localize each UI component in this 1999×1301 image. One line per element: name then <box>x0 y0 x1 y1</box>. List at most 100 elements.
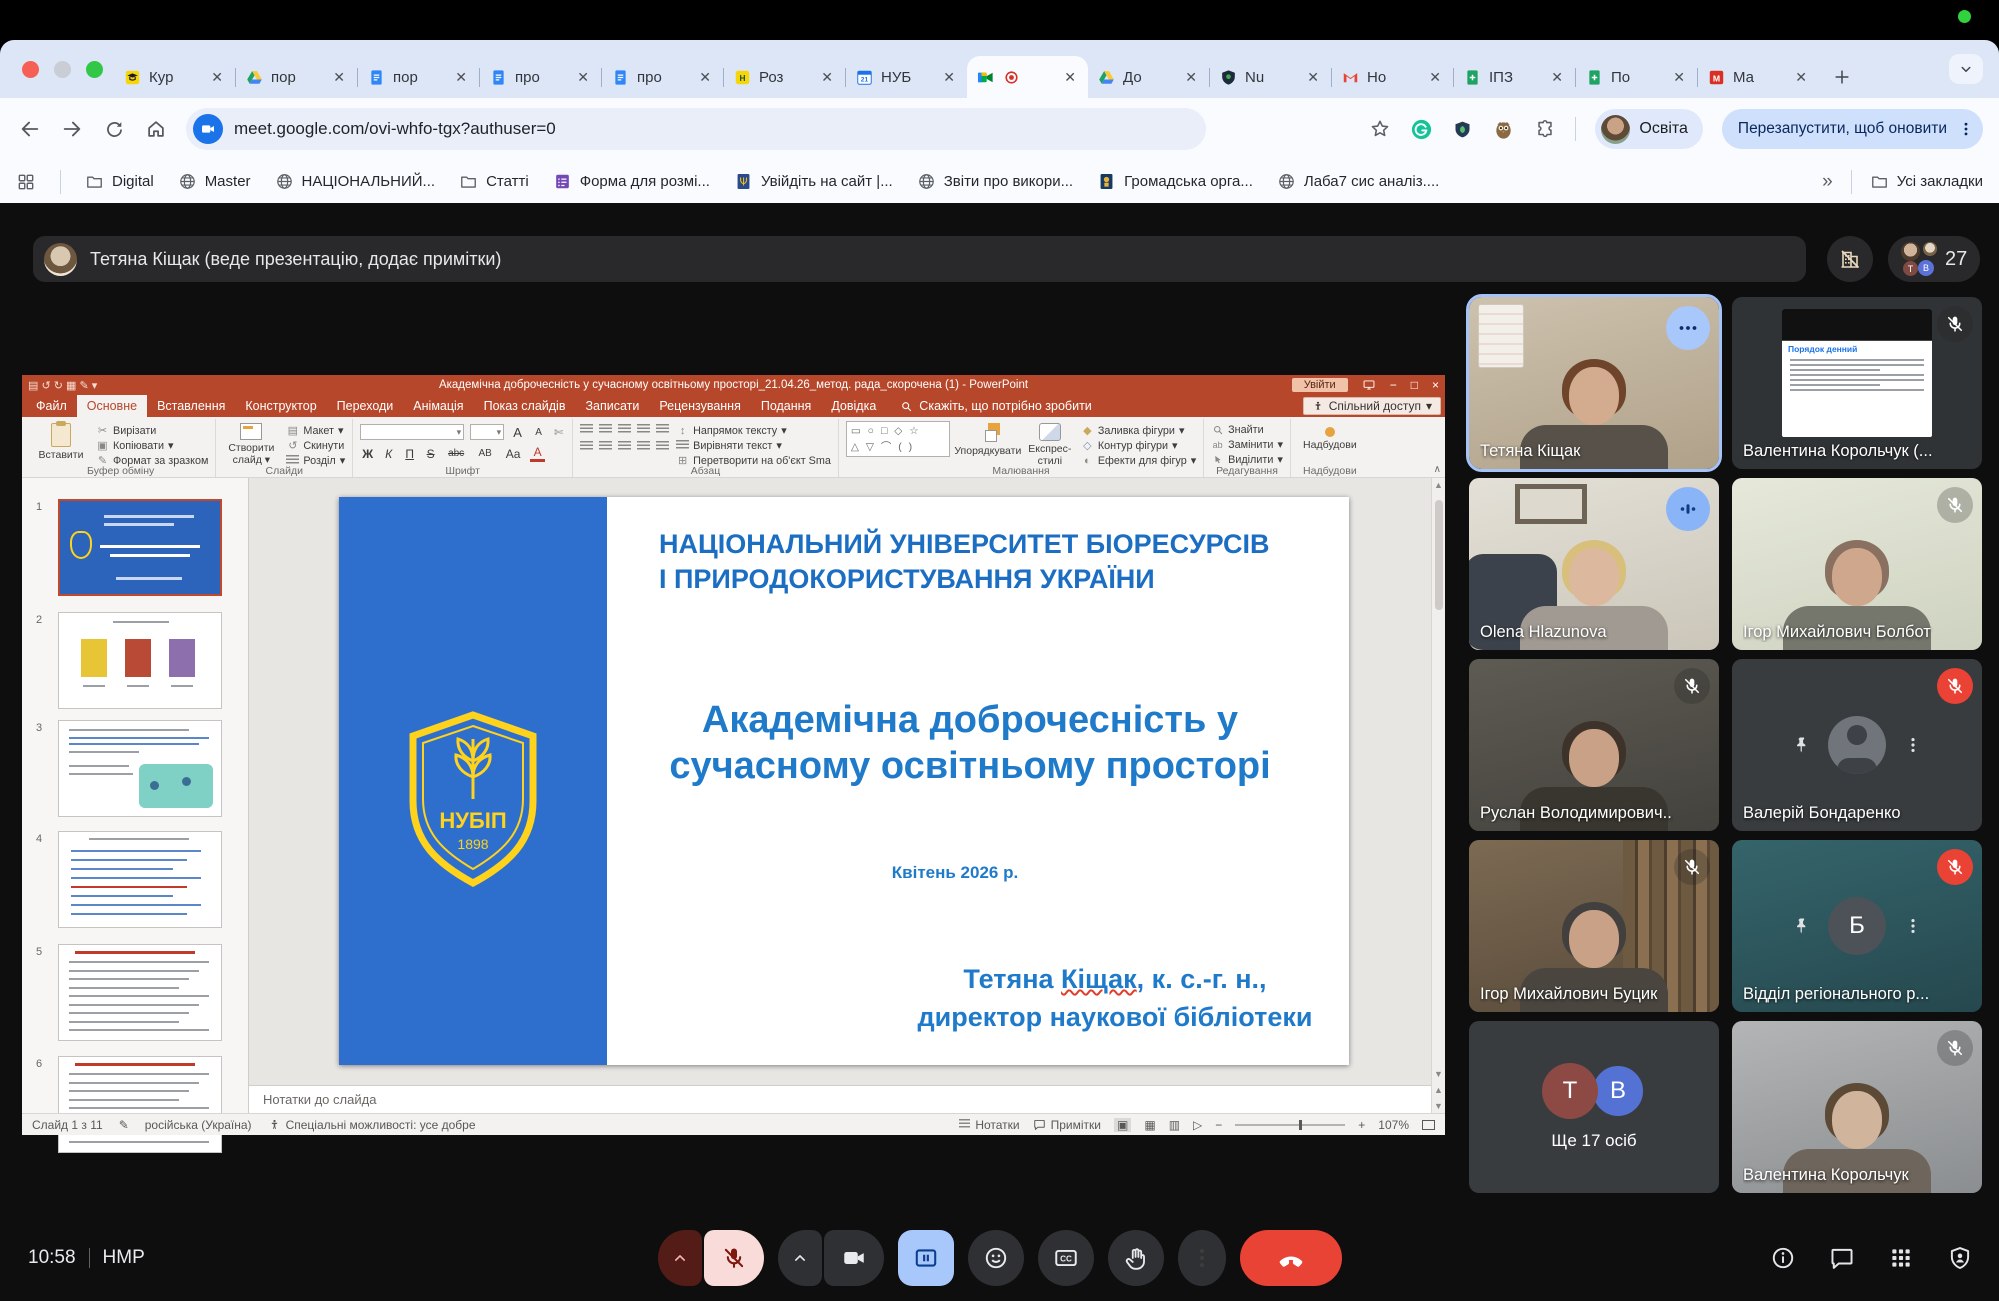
copy-button[interactable]: ▣Копіювати ▾ <box>96 439 208 452</box>
apps-grid-icon[interactable] <box>16 172 36 192</box>
bookmark-item[interactable]: Digital <box>85 172 154 191</box>
bookmark-item[interactable]: Форма для розмі... <box>553 172 710 191</box>
ppt-menu-tab[interactable]: Вставлення <box>147 395 235 417</box>
participant-tile[interactable]: Валерій Бондаренко <box>1732 659 1982 831</box>
end-call-button[interactable] <box>1240 1230 1342 1286</box>
bookmark-item[interactable]: Master <box>178 172 251 191</box>
slide-thumbnail[interactable] <box>58 1056 222 1153</box>
address-bar[interactable]: meet.google.com/ovi-whfo-tgx?authuser=0 <box>186 108 1206 150</box>
bookmark-item[interactable]: ΨУвійдіть на сайт |... <box>734 172 893 191</box>
close-window-button[interactable] <box>22 61 39 78</box>
relaunch-to-update-button[interactable]: Перезапустити, щоб оновити <box>1722 109 1983 149</box>
tab-close-icon[interactable]: ✕ <box>1792 68 1810 87</box>
apps-grid-button[interactable] <box>1888 1245 1914 1271</box>
new-tab-button[interactable] <box>1825 60 1859 94</box>
change-case-button[interactable]: Aa <box>502 447 524 461</box>
font-color-button[interactable]: A <box>530 445 545 462</box>
ppt-menu-tab[interactable]: Подання <box>751 395 821 417</box>
browser-menu-icon[interactable] <box>1957 120 1975 138</box>
ppt-menu-tab[interactable]: Записати <box>575 395 649 417</box>
ppt-close-button[interactable]: × <box>1432 378 1439 392</box>
ppt-minimize-button[interactable]: − <box>1390 378 1397 392</box>
ppt-menu-tab[interactable]: Переходи <box>327 395 404 417</box>
fit-slide-button[interactable] <box>1422 1120 1435 1130</box>
forward-button[interactable] <box>52 109 92 149</box>
ppt-signin-button[interactable]: Увійти <box>1292 378 1348 392</box>
participant-count-button[interactable]: ТВ 27 <box>1888 236 1980 282</box>
ppt-display-settings-icon[interactable] <box>1362 378 1376 392</box>
tab-close-icon[interactable]: ✕ <box>696 68 714 87</box>
reading-view-button[interactable]: ▥ <box>1169 1118 1180 1132</box>
ppt-menu-tab[interactable]: Анімація <box>403 395 473 417</box>
align-text-button[interactable]: Вирівняти текст ▾ <box>676 439 831 452</box>
url-text[interactable]: meet.google.com/ovi-whfo-tgx?authuser=0 <box>234 119 556 139</box>
collapse-ribbon-button[interactable]: ∧ <box>1434 464 1441 475</box>
participant-tile[interactable]: Тетяна Кіщак <box>1469 297 1719 469</box>
home-button[interactable] <box>136 109 176 149</box>
zoom-out-button[interactable]: − <box>1215 1118 1222 1132</box>
notes-toggle[interactable]: Нотатки <box>959 1118 1019 1132</box>
tab-close-icon[interactable]: ✕ <box>940 68 958 87</box>
browser-tab[interactable]: MМа✕ <box>1698 56 1819 98</box>
replace-button[interactable]: abЗамінити ▾ <box>1211 438 1283 451</box>
shape-fill-button[interactable]: ◆Заливка фігури ▾ <box>1081 424 1196 437</box>
bookmark-item[interactable]: НАЦІОНАЛЬНИЙ... <box>275 172 436 191</box>
browser-tab[interactable]: До✕ <box>1088 56 1209 98</box>
tab-close-icon[interactable]: ✕ <box>1182 68 1200 87</box>
mic-control[interactable] <box>658 1230 764 1286</box>
bold-button[interactable]: Ж <box>360 447 375 461</box>
mic-toggle-button[interactable] <box>704 1230 764 1286</box>
profile-button[interactable]: Освіта <box>1595 109 1703 149</box>
next-slide-icon[interactable]: ▼ <box>1432 1101 1445 1111</box>
tab-close-icon[interactable]: ✕ <box>1304 68 1322 87</box>
owl-extension-icon[interactable] <box>1492 118 1515 141</box>
zoom-in-button[interactable]: + <box>1358 1118 1365 1132</box>
slide-sorter-view-button[interactable]: ▦ <box>1144 1118 1155 1132</box>
reload-button[interactable] <box>94 109 134 149</box>
participant-tile[interactable]: Olena Hlazunova <box>1469 478 1719 650</box>
shapes-gallery[interactable]: ▭ ○ □ ◇ ☆△ ▽ ⌒ ( ) <box>846 421 950 457</box>
presenting-button[interactable] <box>898 1230 954 1286</box>
pin-icon[interactable] <box>1791 916 1811 936</box>
pin-icon[interactable] <box>1791 735 1811 755</box>
tab-close-icon[interactable]: ✕ <box>1061 68 1079 87</box>
previous-slide-icon[interactable]: ▲ <box>1432 1085 1445 1095</box>
notes-pen-icon[interactable]: ✎ <box>119 1118 129 1132</box>
underline-button[interactable]: П <box>402 447 417 461</box>
info-button[interactable] <box>1770 1245 1796 1271</box>
extensions-puzzle-icon[interactable] <box>1534 118 1556 140</box>
browser-tab[interactable]: пор✕ <box>358 56 479 98</box>
host-controls-button[interactable] <box>1947 1245 1973 1271</box>
tile-menu-icon[interactable] <box>1903 916 1923 936</box>
camera-control[interactable] <box>778 1230 884 1286</box>
bookmark-item[interactable]: Громадська орга... <box>1097 172 1253 191</box>
more-options-button[interactable] <box>1178 1230 1226 1286</box>
captions-button[interactable]: CC <box>1038 1230 1094 1286</box>
tab-close-icon[interactable]: ✕ <box>330 68 348 87</box>
tell-me-search[interactable]: Скажіть, що потрібно зробити <box>900 395 1092 417</box>
mic-options-chevron[interactable] <box>658 1230 702 1286</box>
reactions-button[interactable] <box>968 1230 1024 1286</box>
accessibility-status[interactable]: Спеціальні можливості: усе добре <box>268 1118 476 1132</box>
tab-close-icon[interactable]: ✕ <box>452 68 470 87</box>
browser-tab[interactable]: НРоз✕ <box>724 56 845 98</box>
font-name-combo[interactable]: ▾ <box>360 424 464 440</box>
grammarly-extension-icon[interactable] <box>1410 118 1433 141</box>
scrollbar-thumb[interactable] <box>1435 500 1443 610</box>
bookmark-star-icon[interactable] <box>1369 118 1391 140</box>
tab-close-icon[interactable]: ✕ <box>574 68 592 87</box>
participant-tile[interactable]: Ігор Михайлович Буцик <box>1469 840 1719 1012</box>
participant-tile[interactable]: БВідділ регіонального р... <box>1732 840 1982 1012</box>
slide-thumbnail[interactable] <box>58 612 222 709</box>
paste-button[interactable]: Вставити <box>33 421 89 461</box>
shape-outline-button[interactable]: ◇Контур фігури ▾ <box>1081 439 1196 452</box>
reset-button[interactable]: ↺Скинути <box>286 439 345 452</box>
zoom-slider[interactable] <box>1235 1124 1345 1126</box>
minimize-window-button[interactable] <box>54 61 71 78</box>
tab-close-icon[interactable]: ✕ <box>1670 68 1688 87</box>
slideshow-button[interactable]: ▷ <box>1193 1118 1202 1132</box>
new-slide-button[interactable]: Створитислайд ▾ <box>223 421 279 466</box>
italic-button[interactable]: К <box>381 447 396 461</box>
tile-options-button[interactable] <box>1666 306 1710 350</box>
shield-extension-icon[interactable] <box>1452 119 1473 140</box>
